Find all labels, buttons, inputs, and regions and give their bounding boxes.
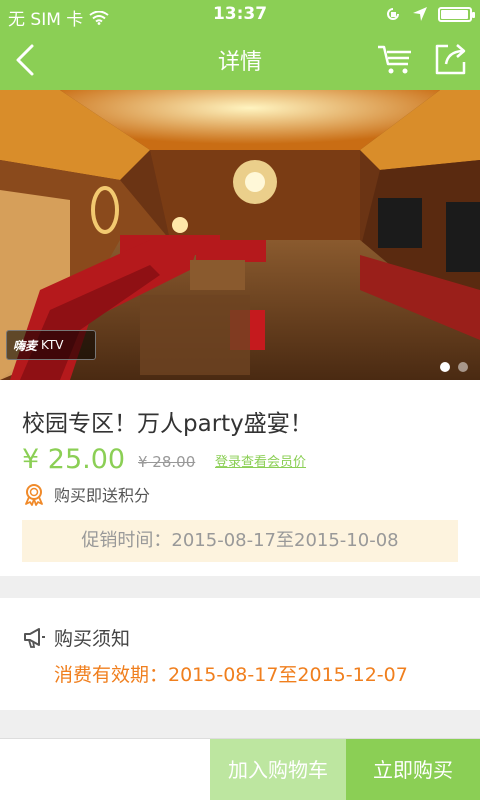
share-icon[interactable] bbox=[432, 40, 470, 78]
purchase-notice-card: 购买须知 消费有效期：2015-08-17至2015-12-07 bbox=[0, 598, 480, 710]
nav-bar: 详情 bbox=[0, 30, 480, 90]
product-info-card: 校园专区！万人party盛宴！ ¥ 25.00 ¥ 28.00 登录查看会员价 … bbox=[0, 380, 480, 576]
megaphone-icon bbox=[24, 627, 45, 648]
product-title: 校园专区！万人party盛宴！ bbox=[22, 411, 313, 437]
status-bar: 无 SIM 卡 13:37 bbox=[0, 0, 480, 30]
carousel-dot-1[interactable] bbox=[440, 362, 450, 372]
promotion-period: 促销时间：2015-08-17至2015-10-08 bbox=[22, 520, 458, 562]
points-text: 购买即送积分 bbox=[54, 486, 151, 505]
product-image-carousel[interactable]: 嗨麦 KTV bbox=[0, 90, 480, 380]
location-arrow-icon bbox=[413, 7, 427, 21]
bottom-action-bar: 加入购物车 立即购买 bbox=[0, 738, 480, 800]
product-detail-screen: 无 SIM 卡 13:37 详情 嗨麦 KTV 校园专区！万人party盛宴！ … bbox=[0, 0, 480, 800]
header: 无 SIM 卡 13:37 详情 bbox=[0, 0, 480, 90]
carousel-indicator bbox=[440, 362, 468, 372]
carousel-dot-2[interactable] bbox=[458, 362, 468, 372]
add-to-cart-button[interactable]: 加入购物车 bbox=[210, 739, 346, 800]
original-price: ¥ 28.00 bbox=[138, 453, 196, 471]
notice-heading: 购买须知 bbox=[54, 628, 131, 650]
ktv-logo-sub: KTV bbox=[41, 338, 64, 352]
ktv-logo-mark: 嗨麦 bbox=[13, 338, 38, 353]
member-price-link[interactable]: 登录查看会员价 bbox=[215, 451, 306, 470]
buy-now-button[interactable]: 立即购买 bbox=[346, 739, 480, 800]
award-badge-icon bbox=[25, 484, 43, 506]
current-price: ¥ 25.00 bbox=[22, 444, 126, 475]
rotation-lock-icon bbox=[387, 8, 399, 20]
validity-period: 消费有效期：2015-08-17至2015-12-07 bbox=[54, 664, 408, 686]
battery-icon bbox=[438, 6, 475, 22]
battery-level bbox=[441, 9, 468, 19]
cart-icon[interactable] bbox=[376, 42, 416, 78]
notice-header: 购买须知 bbox=[22, 624, 130, 651]
points-row: 购买即送积分 bbox=[22, 482, 150, 506]
status-right bbox=[384, 5, 475, 23]
ktv-brand-logo: 嗨麦 KTV bbox=[6, 330, 96, 360]
